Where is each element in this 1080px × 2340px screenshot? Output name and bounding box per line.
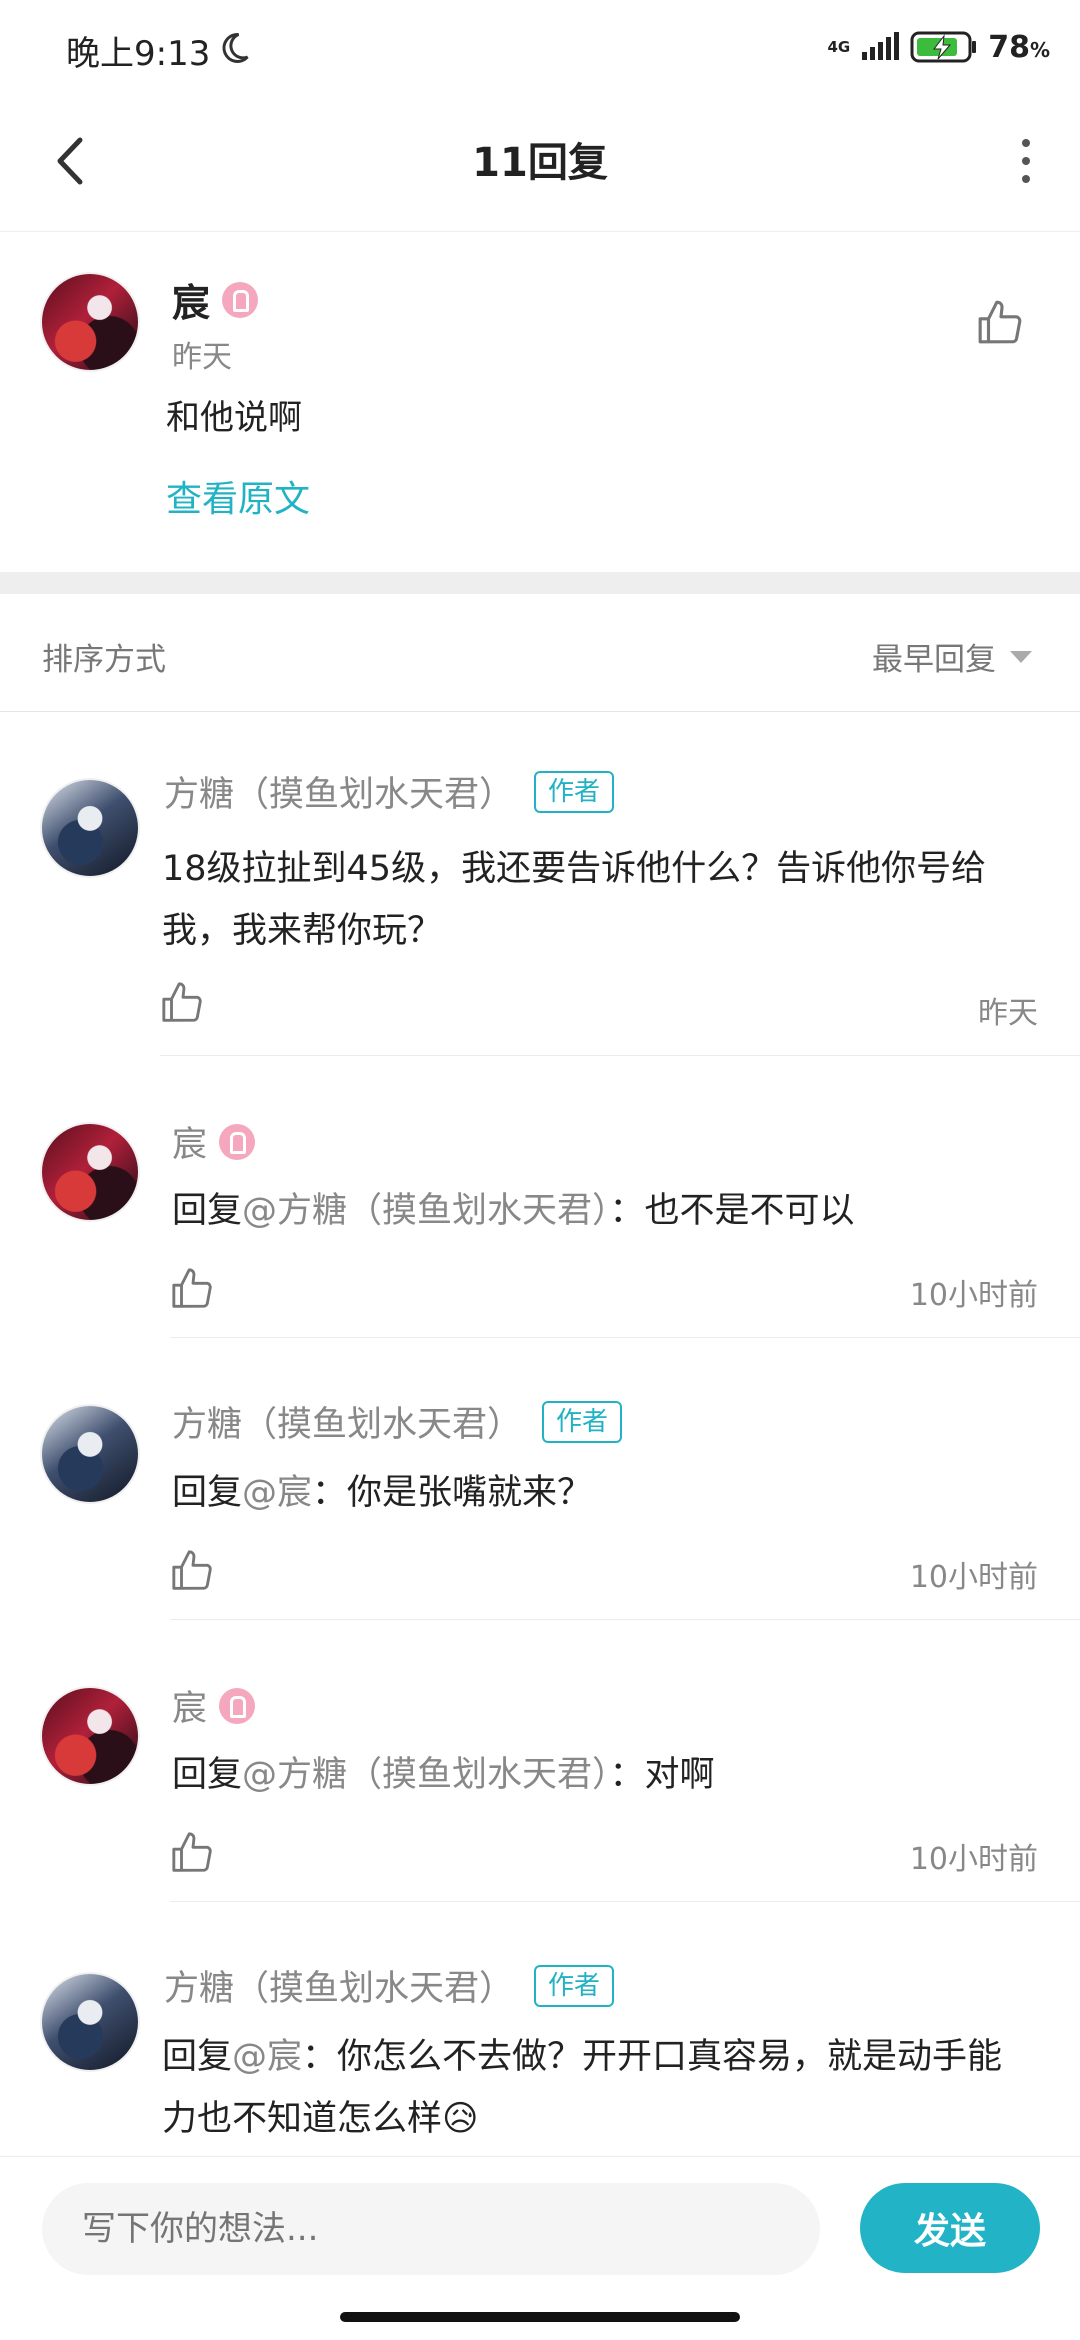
reply-author[interactable]: 方糖（摸鱼划水天君） 作者 [172,1396,623,1447]
mention[interactable]: @宸 [232,2037,302,2077]
more-options-button[interactable] [996,126,1056,196]
more-dot-icon [1022,139,1030,147]
moon-icon [222,32,249,63]
more-dot-icon [1022,157,1030,165]
thumbs-up-icon[interactable] [170,1830,216,1876]
reply-time: 昨天 [978,996,1038,1031]
author-tag: 作者 [542,1400,623,1443]
reply-author[interactable]: 宸 [172,1116,256,1167]
reply-author-name: 方糖（摸鱼划水天君） [164,1969,515,2009]
sort-dropdown[interactable]: 最早回复 [872,634,1032,679]
author-tag: 作者 [534,770,615,813]
post-author[interactable]: 宸 [172,272,259,327]
avatar[interactable] [40,1686,140,1786]
network-type: 4G [827,38,851,56]
battery-icon [910,31,977,63]
battery-percentage: 78% [988,29,1050,65]
thumbs-up-icon[interactable] [976,298,1026,348]
signal-icon [862,32,900,60]
send-button[interactable]: 发送 [860,2183,1040,2273]
reply-author-name: 方糖（摸鱼划水天君） [164,775,515,815]
author-tag: 作者 [534,1964,615,2007]
post-text: 和他说啊 [166,398,302,438]
avatar[interactable] [40,778,140,878]
sort-value: 最早回复 [872,642,996,678]
reply-text: 回复@方糖（摸鱼划水天君）：也不是不可以 [172,1191,855,1231]
reply-author[interactable]: 宸 [172,1680,256,1731]
reply-time: 10小时前 [909,1560,1038,1595]
thumbs-up-icon[interactable] [170,1548,216,1594]
reply-author-name: 宸 [172,1689,208,1729]
avatar[interactable] [40,1404,140,1504]
reply-item: 宸 回复@方糖（摸鱼划水天君）：对啊 10小时前 [0,1620,1080,1902]
top-bar: 11回复 [0,96,1080,232]
mention[interactable]: @宸 [242,1473,312,1513]
reply-author[interactable]: 方糖（摸鱼划水天君） 作者 [164,766,615,817]
reply-time: 10小时前 [909,1842,1038,1877]
female-badge-icon [219,1687,256,1724]
status-indicators: 4G 78% [827,24,1050,70]
section-divider [0,572,1080,594]
reply-author[interactable]: 方糖（摸鱼划水天君） 作者 [164,1960,615,2011]
dropdown-arrow-icon [1010,650,1032,663]
reply-item: 宸 回复@方糖（摸鱼划水天君）：也不是不可以 10小时前 [0,1056,1080,1338]
sort-label: 排序方式 [42,642,166,678]
avatar[interactable] [40,272,140,372]
status-bar: 晚上9:13 4G 78% [0,0,1080,96]
view-original-link[interactable]: 查看原文 [166,470,310,522]
reply-author-name: 方糖（摸鱼划水天君） [172,1405,523,1445]
avatar[interactable] [40,1972,140,2072]
post-author-name: 宸 [172,281,211,325]
reply-author-name: 宸 [172,1125,208,1165]
comment-bar: 发送 [0,2156,1080,2296]
reply-text: 回复@宸：你是张嘴就来？ [172,1473,593,1513]
more-dot-icon [1022,175,1030,183]
female-badge-icon [219,1123,256,1160]
reply-time: 10小时前 [909,1278,1038,1313]
page-title: 11回复 [472,140,608,186]
reply-item: 方糖（摸鱼划水天君） 作者 18级拉扯到45级，我还要告诉他什么？告诉他你号给我… [0,712,1080,1056]
home-indicator[interactable] [340,2312,740,2322]
avatar[interactable] [40,1122,140,1222]
reply-text: 回复@宸：你怎么不去做？开开口真容易，就是动手能力也不知道怎么样😥 [162,2037,1003,2139]
thumbs-up-icon[interactable] [170,1266,216,1312]
thumbs-up-icon[interactable] [160,980,206,1026]
post-time: 昨天 [172,340,232,375]
reply-text: 18级拉扯到45级，我还要告诉他什么？告诉他你号给我，我来帮你玩？ [162,849,987,951]
main-post: 宸 昨天 和他说啊 查看原文 [0,232,1080,572]
female-badge-icon [222,281,259,318]
status-time: 晚上9:13 [66,34,211,74]
reply-text: 回复@方糖（摸鱼划水天君）：对啊 [172,1755,715,1795]
sort-bar: 排序方式 最早回复 [0,594,1080,712]
mention[interactable]: @方糖（摸鱼划水天君） [242,1755,610,1795]
reply-item: 方糖（摸鱼划水天君） 作者 回复@宸：你怎么不去做？开开口真容易，就是动手能力也… [0,1902,1080,2156]
comment-input[interactable] [42,2183,820,2275]
mention[interactable]: @方糖（摸鱼划水天君） [242,1191,610,1231]
reply-item: 方糖（摸鱼划水天君） 作者 回复@宸：你是张嘴就来？ 10小时前 [0,1338,1080,1620]
